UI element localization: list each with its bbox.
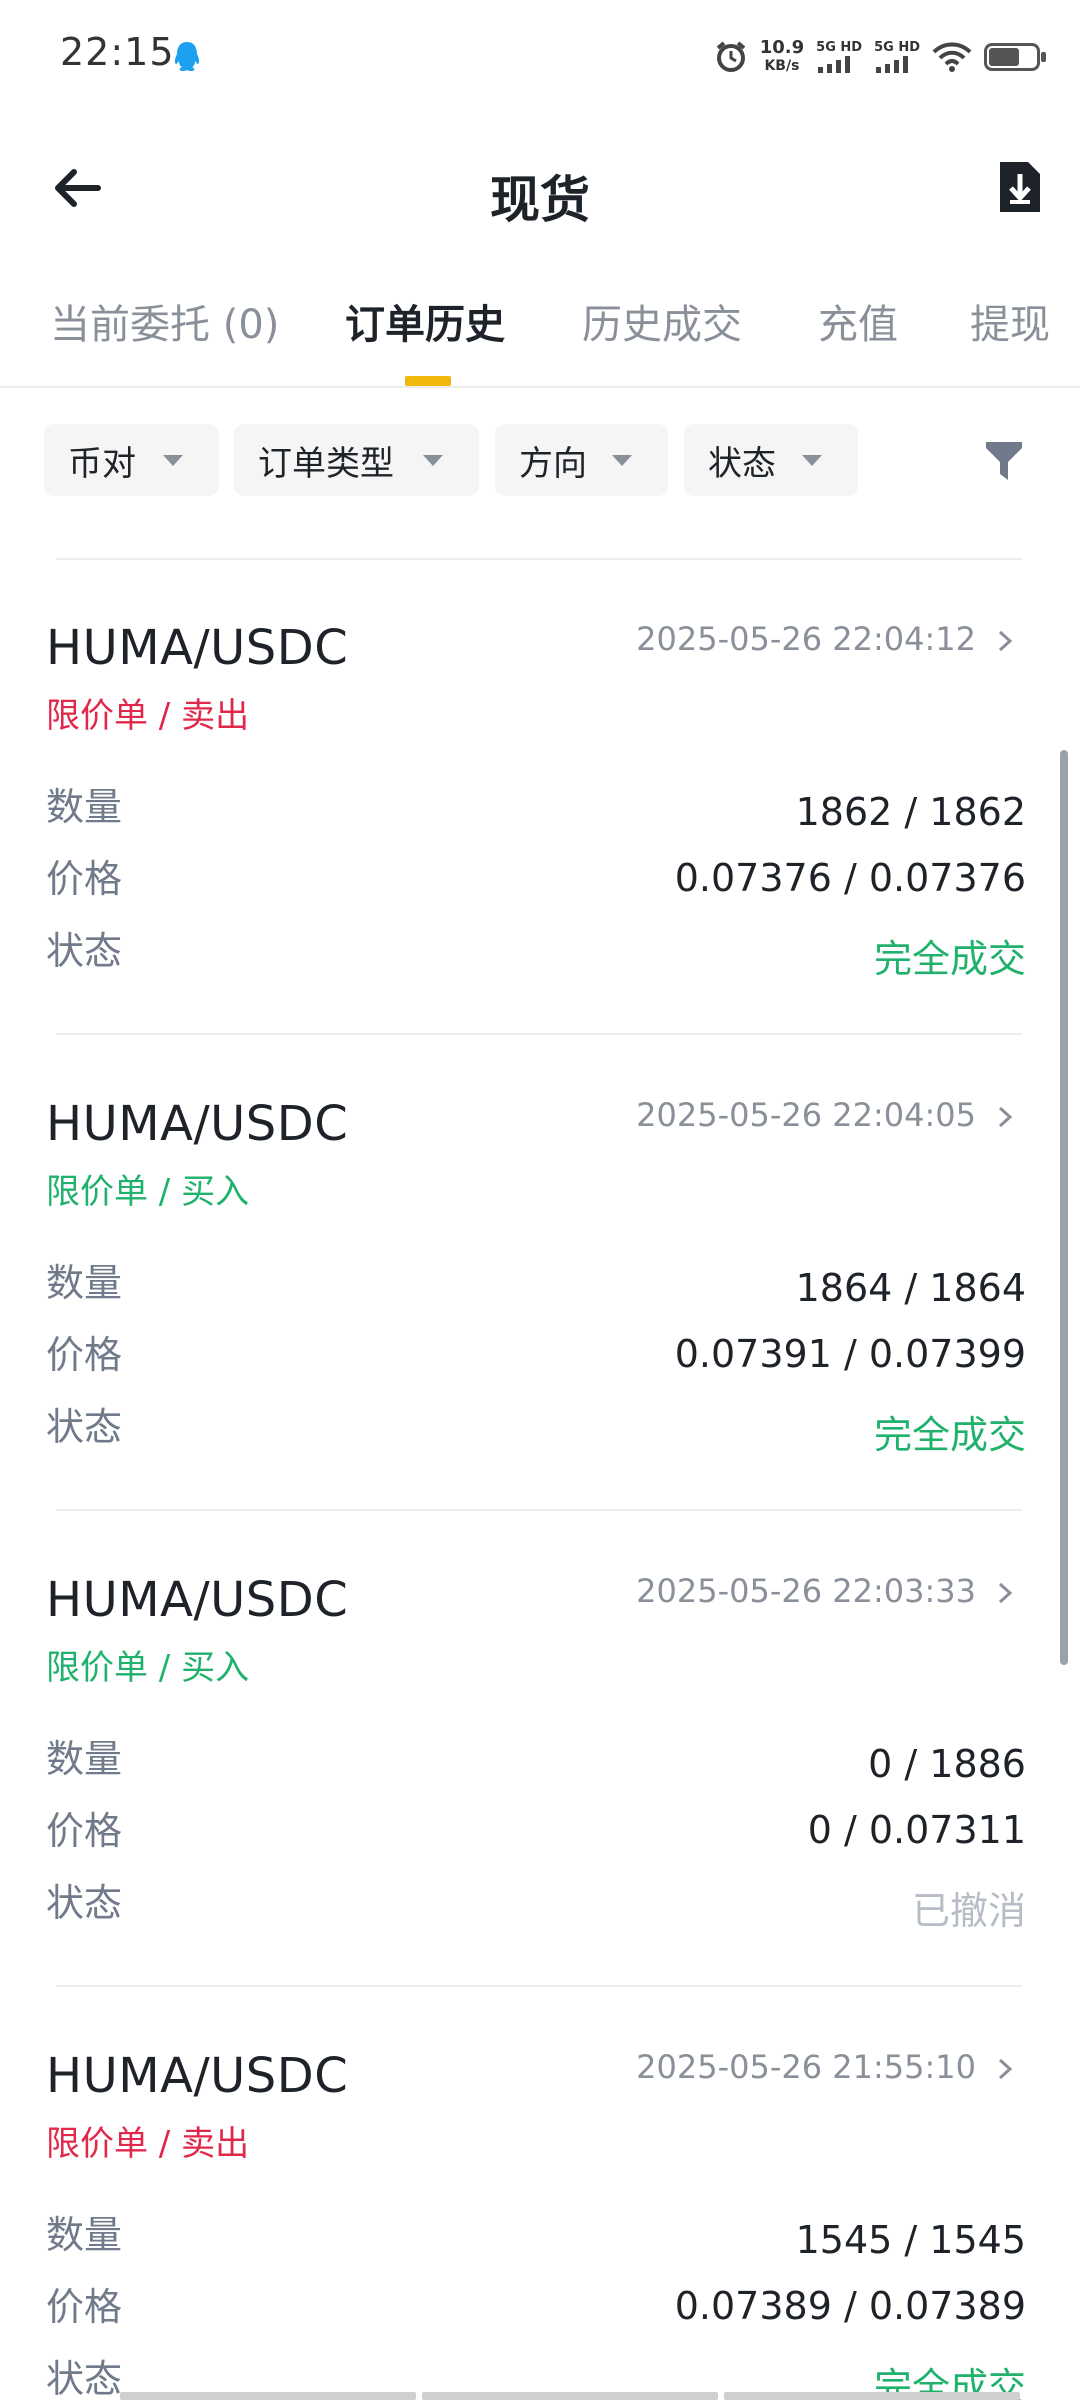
download-icon[interactable] [994,160,1044,214]
sim1-label: 5G HD [816,40,863,55]
price-value: 0 / 0.07311 [807,1808,1026,1852]
funnel-filter-icon[interactable] [984,438,1024,484]
tab-order-history[interactable]: 订单历史 [345,292,505,350]
chevron-right-icon [998,630,1013,652]
order-card[interactable]: HUMA/USDC 限价单 / 卖出 2025-05-26 22:04:12 数… [0,558,1080,1033]
hint-segment [422,2392,718,2400]
network-speed-value: 10.9 [759,37,805,58]
order-time: 2025-05-26 22:04:12 [636,620,976,658]
signal-bars-icon [876,56,909,73]
price-label: 价格 [46,857,123,901]
order-pair: HUMA/USDC [46,2048,349,2104]
hint-segment [120,2392,416,2400]
chevron-right-icon [998,1582,1013,1604]
filter-order-type-label: 订单类型 [258,443,394,484]
status-bar: 22:15 10.9 KB/s 5G HD 5G HD [0,0,1080,110]
tab-trade-history[interactable]: 历史成交 [582,292,742,350]
filter-status-dropdown[interactable]: 状态 [684,424,858,496]
battery-level [989,48,1019,66]
order-pair: HUMA/USDC [46,620,349,676]
status-value: 完全成交 [873,937,1026,981]
tab-withdraw[interactable]: 提现 [970,292,1050,350]
filter-side-dropdown[interactable]: 方向 [495,424,668,496]
status-icons: 10.9 KB/s 5G HD 5G HD [714,34,1046,80]
quantity-label: 数量 [46,1737,123,1781]
caret-down-icon [802,455,822,466]
status-label: 状态 [46,2357,123,2400]
order-time: 2025-05-26 21:55:10 [636,2048,976,2086]
bottom-tab-hint [120,2392,1020,2400]
price-value: 0.07389 / 0.07389 [674,2284,1026,2328]
price-label: 价格 [46,1809,123,1853]
header: 现货 [0,130,1080,250]
filter-side-label: 方向 [519,443,587,484]
price-label: 价格 [46,2285,123,2329]
order-card[interactable]: HUMA/USDC 限价单 / 卖出 2025-05-26 21:55:10 数… [0,1986,1080,2400]
chevron-right-icon [998,2058,1013,2080]
order-pair: HUMA/USDC [46,1096,349,1152]
status-label: 状态 [46,1881,123,1925]
tab-deposit[interactable]: 充值 [818,292,898,350]
quantity-value: 1862 / 1862 [795,790,1026,834]
order-type-side: 限价单 / 卖出 [46,2124,250,2164]
tab-bar: 当前委托 (0) 订单历史 历史成交 充值 提现 [0,280,1080,388]
order-type-side: 限价单 / 卖出 [46,696,250,736]
filter-pair-label: 币对 [68,443,136,484]
quantity-value: 1545 / 1545 [795,2218,1026,2262]
active-tab-indicator [405,376,451,386]
page-title: 现货 [490,171,590,229]
order-pair: HUMA/USDC [46,1572,349,1628]
status-value: 完全成交 [873,1413,1026,1457]
scrollbar[interactable] [1060,750,1068,1665]
caret-down-icon [163,455,183,466]
quantity-value: 1864 / 1864 [795,1266,1026,1310]
status-label: 状态 [46,929,123,973]
chevron-right-icon [998,1106,1013,1128]
order-card[interactable]: HUMA/USDC 限价单 / 买入 2025-05-26 22:03:33 数… [0,1510,1080,1985]
filter-status-label: 状态 [708,443,776,484]
signal-bars-icon [818,56,851,73]
filter-bar: 币对 订单类型 方向 状态 [0,424,1080,498]
sim2-label: 5G HD [874,40,920,55]
price-value: 0.07391 / 0.07399 [674,1332,1026,1376]
order-type-side: 限价单 / 买入 [46,1648,250,1688]
price-label: 价格 [46,1333,123,1377]
quantity-value: 0 / 1886 [868,1742,1026,1786]
qq-notification-icon [174,42,200,71]
status-time: 22:15 [60,30,175,74]
network-speed: 10.9 KB/s [760,39,804,75]
quantity-label: 数量 [46,2213,123,2257]
order-card[interactable]: HUMA/USDC 限价单 / 买入 2025-05-26 22:04:05 数… [0,1034,1080,1509]
quantity-label: 数量 [46,785,123,829]
battery-icon [984,43,1046,71]
status-value: 已撤消 [911,1889,1026,1933]
tab-open-orders[interactable]: 当前委托 (0) [50,292,279,350]
price-value: 0.07376 / 0.07376 [674,856,1026,900]
quantity-label: 数量 [46,1261,123,1305]
filter-pair-dropdown[interactable]: 币对 [44,424,219,496]
filter-order-type-dropdown[interactable]: 订单类型 [234,424,479,496]
caret-down-icon [612,455,632,466]
status-label: 状态 [46,1405,123,1449]
signal-sim1: 5G HD [816,41,862,73]
wifi-icon [932,42,972,72]
alarm-icon [716,41,746,72]
signal-sim2: 5G HD [874,41,920,73]
order-type-side: 限价单 / 买入 [46,1172,250,1212]
caret-down-icon [423,455,443,466]
app-root: 22:15 10.9 KB/s 5G HD 5G HD 现货 当前委托 (0) … [0,0,1080,2400]
order-time: 2025-05-26 22:03:33 [636,1572,976,1610]
hint-segment [724,2392,1020,2400]
network-speed-unit: KB/s [764,58,800,74]
order-time: 2025-05-26 22:04:05 [636,1096,976,1134]
